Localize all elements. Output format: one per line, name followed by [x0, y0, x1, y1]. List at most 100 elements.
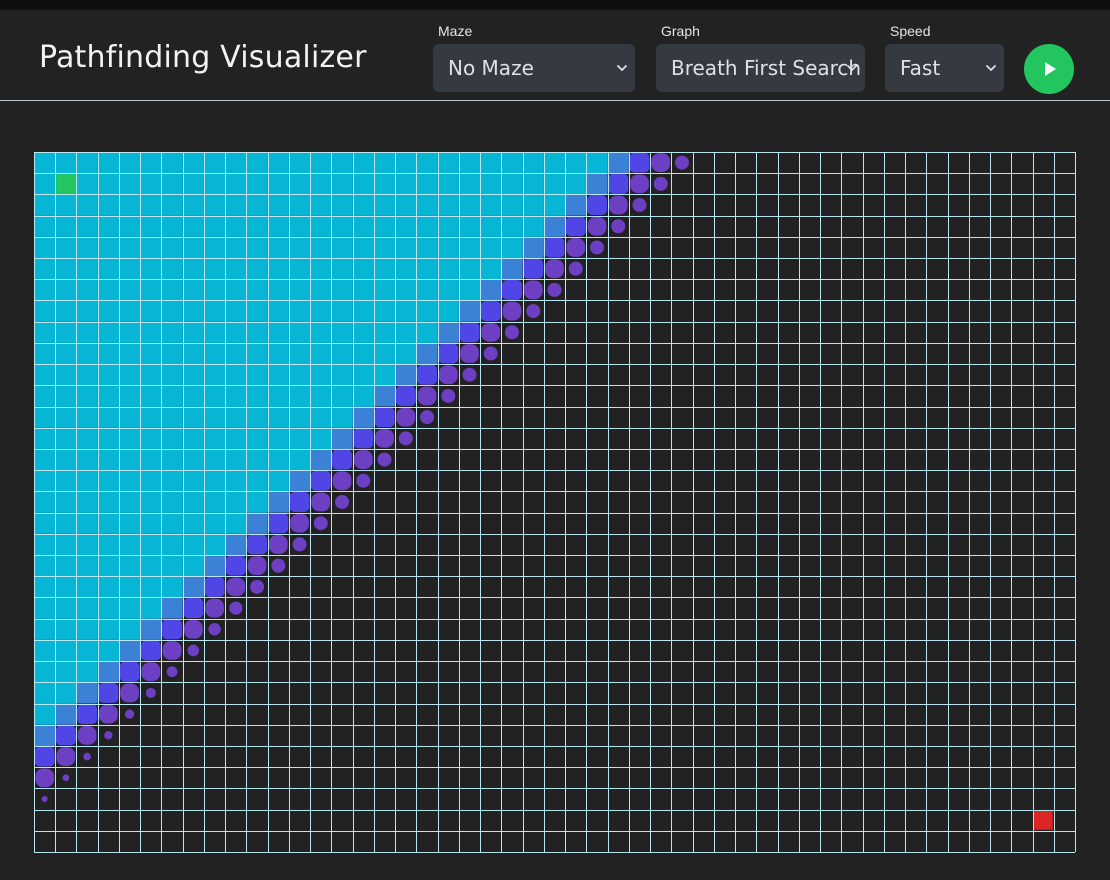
maze-label: Maze — [438, 23, 473, 39]
visited-node — [203, 236, 226, 259]
visited-node — [352, 215, 374, 237]
visited-node — [140, 236, 162, 259]
frontier-dot — [611, 219, 626, 234]
graph-select[interactable]: Breath First Search — [656, 44, 865, 92]
visited-node — [182, 385, 204, 407]
visited-node — [395, 342, 417, 365]
visited-node — [225, 448, 247, 471]
visited-node — [225, 491, 247, 513]
visited-node — [225, 385, 247, 407]
visited-node — [267, 194, 289, 216]
visited-node — [416, 215, 438, 237]
visited-node — [246, 406, 268, 428]
visited-node — [118, 406, 141, 428]
visited-node — [458, 279, 481, 301]
visited-node — [203, 533, 226, 556]
visited-node — [267, 321, 289, 343]
frontier-dot — [483, 346, 498, 361]
visited-node — [203, 406, 226, 428]
frontier-node — [608, 173, 629, 194]
run-button[interactable] — [1024, 44, 1074, 94]
visited-node — [395, 194, 417, 216]
visited-node — [246, 427, 268, 449]
window-top-strip — [0, 0, 1110, 10]
frontier-dot — [83, 752, 91, 761]
frontier-node — [353, 428, 374, 449]
visited-node — [97, 406, 119, 428]
visited-node — [76, 300, 98, 322]
visited-node — [437, 279, 459, 301]
visited-node — [55, 300, 77, 322]
visited-node — [373, 194, 396, 216]
visited-node — [140, 385, 162, 407]
frontier-node — [438, 365, 458, 385]
visited-node — [97, 618, 119, 640]
visited-node — [416, 279, 438, 301]
visited-node — [161, 342, 183, 365]
visited-node — [267, 173, 289, 195]
visited-node — [34, 406, 56, 428]
frontier-node — [545, 259, 564, 279]
visited-node — [565, 173, 587, 195]
frontier-dot — [335, 495, 350, 509]
visited-node — [246, 470, 268, 492]
visited-node — [161, 321, 183, 343]
visited-node — [34, 555, 56, 577]
frontier-node — [522, 236, 544, 259]
visited-node — [55, 639, 77, 662]
visited-node — [225, 427, 247, 449]
frontier-node — [480, 301, 501, 322]
visited-node — [288, 321, 311, 343]
visited-node — [161, 300, 183, 322]
visited-node — [501, 194, 523, 216]
visited-node — [118, 215, 141, 237]
visited-node — [267, 364, 289, 386]
frontier-dot — [104, 731, 113, 740]
visited-node — [246, 258, 268, 280]
speed-select-value: Fast — [900, 56, 941, 80]
maze-select[interactable]: No Maze — [433, 44, 635, 92]
visited-node — [34, 576, 56, 598]
visited-node — [140, 364, 162, 386]
visited-node — [34, 279, 56, 301]
frontier-node — [205, 598, 225, 618]
visited-node — [55, 258, 77, 280]
graph-control: Graph Breath First Search — [656, 22, 865, 92]
visited-node — [76, 321, 98, 343]
visited-node — [34, 385, 56, 407]
visited-node — [288, 448, 311, 471]
visited-node — [267, 470, 289, 492]
visited-node — [76, 448, 98, 471]
visited-node — [288, 173, 311, 195]
visited-node — [352, 321, 374, 343]
visited-node — [118, 364, 141, 386]
visited-node — [331, 279, 353, 301]
frontier-dot — [292, 537, 307, 552]
frontier-dot — [568, 261, 583, 276]
visited-node — [182, 173, 204, 195]
visited-node — [140, 215, 162, 237]
visited-node — [55, 555, 77, 577]
visited-node — [182, 555, 204, 577]
frontier-dot — [398, 431, 413, 446]
visited-node — [97, 639, 119, 662]
visited-node — [76, 194, 98, 216]
visited-node — [480, 194, 502, 216]
visited-node — [501, 236, 523, 259]
frontier-node — [56, 747, 76, 766]
frontier-node — [247, 556, 267, 576]
visited-node — [331, 194, 353, 216]
pathfinding-grid[interactable] — [33, 151, 1076, 853]
frontier-node — [651, 153, 671, 173]
visited-node — [34, 364, 56, 386]
visited-node — [395, 300, 417, 322]
frontier-node — [290, 513, 309, 533]
frontier-node — [77, 725, 97, 745]
frontier-node — [607, 152, 629, 174]
visited-node — [97, 597, 119, 619]
speed-select[interactable]: Fast — [885, 44, 1004, 92]
visited-node — [140, 321, 162, 343]
visited-node — [118, 576, 141, 598]
visited-node — [34, 173, 56, 195]
frontier-node — [182, 576, 204, 598]
